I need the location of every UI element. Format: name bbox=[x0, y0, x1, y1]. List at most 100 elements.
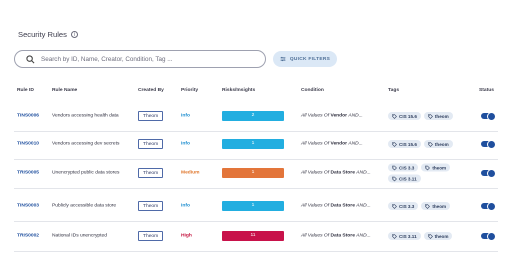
tag-label: CIS 15.6 bbox=[399, 141, 417, 147]
page-title-row: Security Rules i bbox=[18, 30, 78, 39]
risks-bar[interactable]: 1 bbox=[222, 201, 284, 211]
condition-field: Data Store bbox=[330, 170, 355, 176]
tag-chip[interactable]: theom bbox=[421, 202, 451, 210]
tag-label: theom bbox=[432, 203, 447, 209]
tag-label: theom bbox=[434, 141, 449, 147]
tag-label: CIS 3.11 bbox=[399, 233, 417, 239]
col-header-status[interactable]: Status bbox=[479, 88, 494, 93]
condition-prefix: All Values Of bbox=[301, 203, 330, 209]
tag-icon bbox=[428, 141, 433, 147]
tag-icon bbox=[392, 113, 397, 119]
tag-chip[interactable]: theom bbox=[423, 140, 453, 148]
priority-label: Medium bbox=[181, 170, 200, 176]
condition-prefix: All Values Of bbox=[301, 113, 330, 119]
col-header-risks[interactable]: Risks/Insights bbox=[222, 88, 255, 93]
search-input[interactable] bbox=[41, 55, 261, 63]
risks-bar[interactable]: 1 bbox=[222, 139, 284, 149]
col-header-tags[interactable]: Tags bbox=[388, 88, 399, 93]
tag-chip[interactable]: CIS 3.3 bbox=[388, 163, 419, 172]
tag-icon bbox=[428, 113, 433, 119]
condition-suffix: AND... bbox=[348, 113, 363, 119]
priority-label: Info bbox=[181, 113, 190, 119]
status-toggle[interactable] bbox=[481, 139, 496, 149]
status-toggle[interactable] bbox=[481, 201, 496, 211]
tag-chip[interactable]: CIS 15.6 bbox=[388, 140, 421, 148]
rule-id-link[interactable]: TINS0010 bbox=[17, 142, 39, 147]
tag-icon bbox=[392, 233, 397, 239]
row-divider bbox=[14, 188, 498, 189]
tag-chip[interactable]: CIS 3.11 bbox=[388, 232, 421, 240]
tag-chip[interactable]: theom bbox=[423, 232, 453, 240]
tag-label: CIS 3.11 bbox=[399, 176, 417, 181]
risks-bar[interactable]: 1 bbox=[222, 168, 284, 178]
condition-prefix: All Values Of bbox=[301, 233, 330, 239]
tags-list: CIS 15.6 theom bbox=[388, 112, 470, 120]
condition-text: All Values Of Data Store AND... bbox=[301, 171, 371, 176]
tag-chip[interactable]: CIS 3.3 bbox=[388, 202, 419, 210]
created-by-badge: Theom bbox=[138, 139, 164, 149]
rule-name: Vendors accessing health data bbox=[52, 113, 119, 119]
table-row[interactable]: TINS0003 Publicly accessible data store Th… bbox=[0, 191, 512, 221]
rule-name: Unencrypted public data stores bbox=[52, 170, 120, 176]
table-row[interactable]: TINS0010 Vendors accessing dev secrets The… bbox=[0, 129, 512, 159]
priority-label: Info bbox=[181, 203, 190, 209]
toggle-knob bbox=[487, 231, 496, 241]
tag-chip[interactable]: CIS 3.11 bbox=[388, 174, 421, 183]
rule-name: National IDs unencrypted bbox=[52, 233, 107, 239]
tag-icon bbox=[392, 165, 397, 170]
condition-suffix: AND... bbox=[356, 203, 371, 209]
risks-bar[interactable]: 2 bbox=[222, 111, 284, 121]
condition-suffix: AND... bbox=[356, 233, 371, 239]
tag-label: CIS 3.3 bbox=[399, 165, 415, 170]
col-header-rule-id[interactable]: Rule ID bbox=[17, 88, 34, 93]
col-header-created-by[interactable]: Created By bbox=[138, 88, 164, 93]
tag-chip[interactable]: CIS 15.6 bbox=[388, 112, 421, 120]
rule-id-link[interactable]: TINS0003 bbox=[17, 204, 39, 209]
search-bar[interactable] bbox=[14, 50, 266, 68]
rule-id-link[interactable]: TRIS0002 bbox=[17, 234, 39, 239]
priority-label: High bbox=[181, 233, 192, 239]
rule-id-link[interactable]: TRIS0005 bbox=[17, 171, 39, 176]
rule-id-link[interactable]: TINS0006 bbox=[17, 114, 39, 119]
rule-name: Vendors accessing dev secrets bbox=[52, 141, 120, 147]
tag-chip[interactable]: theom bbox=[423, 112, 453, 120]
filter-icon bbox=[280, 56, 286, 62]
col-header-priority[interactable]: Priority bbox=[181, 88, 198, 93]
condition-prefix: All Values Of bbox=[301, 170, 330, 176]
tags-list: CIS 3.11 theom bbox=[388, 232, 470, 240]
table-row[interactable]: TRIS0005 Unencrypted public data stores Th… bbox=[0, 158, 512, 188]
status-toggle[interactable] bbox=[481, 231, 496, 241]
created-by-badge: Theom bbox=[138, 231, 164, 241]
quick-filters-button[interactable]: QUICK FILTERS bbox=[273, 51, 337, 67]
tag-label: theom bbox=[434, 113, 449, 119]
tags-list: CIS 15.6 theom bbox=[388, 140, 470, 148]
table-row[interactable]: TRIS0002 National IDs unencrypted Theom Hig… bbox=[0, 221, 512, 251]
priority-label: Info bbox=[181, 141, 190, 147]
condition-text: All Values Of Vendor AND... bbox=[301, 114, 363, 119]
info-icon[interactable]: i bbox=[70, 31, 78, 38]
col-header-condition[interactable]: Condition bbox=[301, 88, 324, 93]
quick-filters-label: QUICK FILTERS bbox=[289, 56, 331, 62]
col-header-rule-name[interactable]: Rule Name bbox=[52, 88, 77, 93]
tags-list: CIS 3.3 theom CIS 3.11 bbox=[388, 163, 470, 183]
tags-list: CIS 3.3 theom bbox=[388, 202, 470, 210]
tag-label: CIS 15.6 bbox=[399, 113, 417, 119]
tag-icon bbox=[425, 203, 431, 209]
toggle-knob bbox=[487, 111, 496, 121]
condition-text: All Values Of Vendor AND... bbox=[301, 142, 363, 147]
created-by-badge: Theom bbox=[138, 201, 164, 211]
row-divider bbox=[14, 251, 498, 252]
risks-bar[interactable]: 11 bbox=[222, 231, 284, 241]
status-toggle[interactable] bbox=[481, 111, 496, 121]
tag-icon bbox=[392, 176, 397, 181]
status-toggle[interactable] bbox=[481, 168, 496, 178]
condition-suffix: AND... bbox=[356, 170, 371, 176]
table-row[interactable]: TINS0006 Vendors accessing health data The… bbox=[0, 101, 512, 131]
condition-suffix: AND... bbox=[348, 141, 363, 147]
condition-field: Data Store bbox=[330, 233, 355, 239]
toggle-knob bbox=[487, 201, 496, 211]
toggle-knob bbox=[487, 139, 496, 149]
condition-field: Vendor bbox=[330, 113, 348, 119]
tag-chip[interactable]: theom bbox=[421, 163, 451, 172]
condition-text: All Values Of Data Store AND... bbox=[301, 234, 371, 239]
